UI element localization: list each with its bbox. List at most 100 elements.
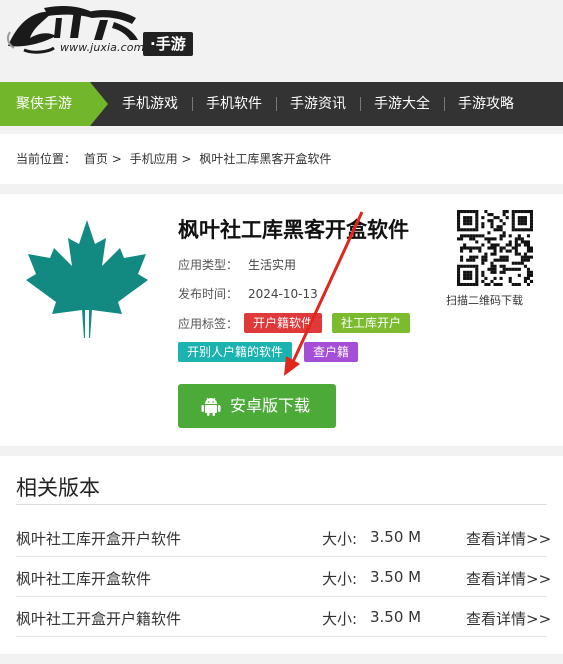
tag-check-registry[interactable]: 查户籍 bbox=[304, 342, 359, 362]
nav-item-news[interactable]: 手游资讯 bbox=[276, 82, 360, 126]
nav-item-mobile-games[interactable]: 手机游戏 bbox=[108, 82, 192, 126]
qr-module bbox=[463, 219, 467, 223]
android-download-label: 安卓版下载 bbox=[230, 396, 311, 415]
related-item-size-label: 大小: bbox=[322, 530, 358, 548]
qr-module bbox=[490, 219, 494, 223]
qr-module bbox=[520, 222, 524, 226]
qr-module bbox=[493, 243, 497, 247]
qr-module bbox=[466, 234, 470, 238]
qr-module bbox=[493, 267, 497, 271]
qr-module bbox=[502, 234, 506, 238]
qr-module bbox=[466, 273, 470, 277]
qr-module bbox=[463, 282, 467, 286]
qr-module bbox=[457, 228, 461, 232]
nav-item-mobile-software[interactable]: 手机软件 bbox=[192, 82, 276, 126]
qr-module bbox=[466, 210, 470, 214]
qr-module bbox=[472, 234, 476, 238]
nav-item-guides[interactable]: 手游攻略 bbox=[444, 82, 528, 126]
qr-module bbox=[499, 264, 503, 268]
qr-module bbox=[466, 222, 470, 226]
qr-module bbox=[523, 252, 527, 256]
qr-module bbox=[466, 219, 470, 223]
qr-module bbox=[469, 270, 473, 274]
qr-module bbox=[460, 258, 464, 262]
qr-module bbox=[529, 255, 533, 259]
breadcrumb-home[interactable]: 首页 bbox=[84, 152, 108, 166]
qr-caption: 扫描二维码下载 bbox=[446, 294, 523, 307]
qr-module bbox=[457, 237, 461, 241]
logo-badge: ·手游 bbox=[143, 32, 193, 56]
qr-module bbox=[493, 237, 497, 241]
qr-module bbox=[475, 282, 479, 286]
qr-module bbox=[511, 282, 515, 286]
qr-module bbox=[511, 261, 515, 265]
qr-module bbox=[469, 282, 473, 286]
qr-module bbox=[526, 258, 531, 262]
qr-module bbox=[493, 216, 497, 220]
qr-module bbox=[460, 234, 464, 238]
app-date-label: 发布时间： bbox=[178, 287, 239, 301]
related-item-name[interactable]: 枫叶社工库开盒开户软件 bbox=[16, 528, 181, 549]
qr-module bbox=[514, 261, 518, 265]
qr-module bbox=[469, 264, 473, 268]
qr-module bbox=[517, 243, 521, 247]
list-item: 枫叶社工库开盒开户软件 大小: 3.50 M 查看详情>> bbox=[16, 517, 551, 557]
qr-module bbox=[520, 258, 524, 262]
qr-module bbox=[508, 234, 512, 238]
qr-module bbox=[472, 282, 476, 286]
qr-module bbox=[490, 264, 494, 268]
qr-module bbox=[511, 222, 515, 226]
related-item-name[interactable]: 枫叶社工库开盒软件 bbox=[16, 568, 151, 589]
qr-module bbox=[493, 249, 497, 253]
android-download-button[interactable]: 安卓版下载 bbox=[178, 384, 336, 428]
qr-module bbox=[508, 249, 512, 253]
qr-module bbox=[457, 216, 461, 220]
qr-module bbox=[469, 258, 473, 262]
qr-module bbox=[475, 267, 479, 271]
qr-module bbox=[517, 252, 521, 256]
qr-module bbox=[484, 255, 488, 259]
qr-module bbox=[493, 246, 497, 250]
qr-module bbox=[466, 270, 470, 274]
qr-module bbox=[457, 270, 461, 274]
related-item-details-link[interactable]: 查看详情>> bbox=[466, 608, 551, 629]
qr-module bbox=[493, 276, 497, 280]
qr-module bbox=[502, 210, 506, 214]
qr-module bbox=[511, 225, 515, 229]
tag-open-registry[interactable]: 开户籍软件 bbox=[244, 313, 323, 333]
related-item-details-link[interactable]: 查看详情>> bbox=[466, 528, 551, 549]
qr-module bbox=[523, 279, 527, 284]
app-date-value: 2024-10-13 bbox=[248, 287, 318, 301]
qr-module bbox=[517, 222, 521, 226]
qr-module bbox=[523, 255, 527, 259]
nav-item-games-list[interactable]: 手游大全 bbox=[360, 82, 444, 126]
qr-module bbox=[469, 255, 473, 259]
tag-social-db[interactable]: 社工库开户 bbox=[332, 313, 411, 333]
qr-module bbox=[529, 279, 533, 284]
qr-module bbox=[493, 228, 497, 232]
tag-others-registry[interactable]: 开别人户籍的软件 bbox=[178, 342, 293, 362]
qr-module bbox=[472, 258, 476, 262]
breadcrumb-apps[interactable]: 手机应用 bbox=[130, 152, 178, 166]
qr-module bbox=[466, 246, 470, 250]
nav-home[interactable]: 聚侠手游 bbox=[0, 82, 90, 126]
qr-module bbox=[499, 270, 503, 274]
qr-module bbox=[460, 282, 464, 286]
qr-module bbox=[457, 282, 461, 286]
qr-module bbox=[520, 219, 524, 223]
qr-module bbox=[478, 234, 482, 238]
qr-module bbox=[472, 228, 476, 232]
qr-module bbox=[526, 228, 531, 232]
related-item-details-link[interactable]: 查看详情>> bbox=[466, 568, 551, 589]
qr-module bbox=[499, 276, 503, 280]
qr-module bbox=[475, 213, 479, 217]
related-item-size-label: 大小: bbox=[322, 610, 358, 628]
related-item-name[interactable]: 枫叶社工开盒开户籍软件 bbox=[16, 608, 181, 629]
qr-module bbox=[496, 225, 500, 229]
maple-leaf-icon bbox=[26, 220, 148, 340]
qr-module bbox=[514, 249, 518, 253]
qr-module bbox=[511, 246, 515, 250]
qr-module bbox=[487, 213, 491, 217]
qr-module bbox=[526, 243, 531, 247]
site-logo[interactable]: www.juxia.com bbox=[4, 2, 144, 62]
